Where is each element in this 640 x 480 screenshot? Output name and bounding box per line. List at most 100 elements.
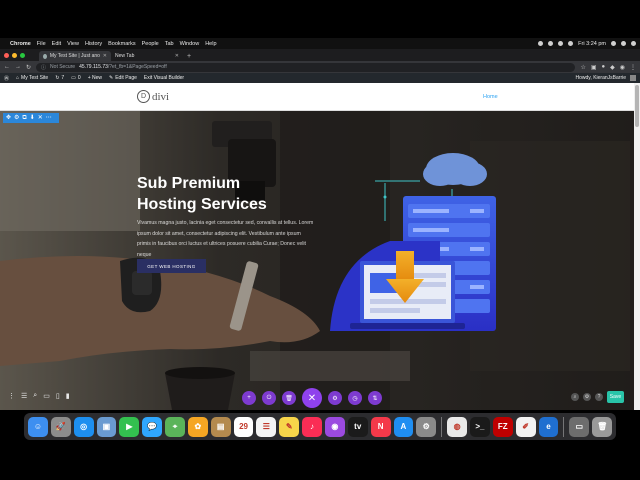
wp-updates-count[interactable]: 7 (61, 75, 64, 81)
get-web-hosting-button[interactable]: GET WEB HOSTING (137, 259, 206, 273)
record-icon[interactable] (538, 41, 544, 46)
wireframe-icon[interactable]: ☰ (21, 392, 27, 400)
menu-app-name[interactable]: Chrome (10, 41, 31, 47)
trash-icon[interactable]: 🗑 (592, 416, 613, 437)
wifi-icon[interactable] (558, 41, 564, 46)
phone-view-icon[interactable]: ▮ (66, 392, 70, 400)
menu-view[interactable]: View (67, 41, 79, 47)
system-preferences-icon[interactable]: ⚙ (416, 416, 437, 437)
zoom-window-icon[interactable] (20, 52, 25, 58)
photos-icon[interactable]: ✿ (187, 416, 208, 437)
settings-icon[interactable]: ⚙ (583, 393, 591, 401)
battery-icon[interactable] (568, 41, 574, 46)
wp-site-name[interactable]: My Test Site (21, 75, 48, 81)
sort-button[interactable]: ⇅ (368, 391, 382, 405)
menu-file[interactable]: File (37, 41, 46, 47)
extension-icon[interactable]: ▣ (591, 64, 597, 71)
zoom-icon[interactable]: ⌕ (33, 392, 37, 400)
close-tab-icon[interactable]: ✕ (175, 53, 179, 59)
delete-icon[interactable]: ✕ (38, 115, 43, 121)
spotlight-icon[interactable] (611, 41, 616, 46)
move-icon[interactable]: ✥ (6, 115, 11, 121)
clock[interactable]: Fri 3:24 pm (578, 41, 606, 47)
builder-menu-icon[interactable]: ⋮ (8, 392, 15, 400)
duplicate-icon[interactable]: ⧉ (22, 115, 26, 121)
tablet-view-icon[interactable]: ▯ (56, 392, 60, 400)
messages-icon[interactable]: 💬 (142, 416, 163, 437)
news-icon[interactable]: N (370, 416, 391, 437)
calendar-icon[interactable]: 29 (233, 416, 254, 437)
wp-edit-icon[interactable]: ✎ (109, 75, 113, 81)
not-secure-icon[interactable]: ⓘ (41, 64, 46, 71)
dropbox-icon[interactable] (548, 41, 554, 46)
menu-bookmarks[interactable]: Bookmarks (108, 41, 136, 47)
wp-new-button[interactable]: + New (88, 75, 102, 81)
menu-people[interactable]: People (142, 41, 159, 47)
wp-howdy[interactable]: Howdy, KieranJsBarrie (576, 75, 626, 81)
nav-link-home[interactable]: Home (483, 94, 498, 100)
maps-icon[interactable]: ⌖ (165, 416, 185, 437)
extension-icon[interactable]: ◆ (610, 64, 615, 71)
wp-comments-icon[interactable]: ▭ (71, 75, 76, 81)
folder-icon[interactable]: ▭ (569, 416, 590, 437)
site-logo[interactable]: D divi (137, 90, 169, 103)
forward-icon[interactable]: → (15, 64, 21, 70)
tab-my-test-site[interactable]: My Test Site | Just another W ✕ (39, 51, 111, 61)
menu-help[interactable]: Help (205, 41, 216, 47)
notification-center-icon[interactable] (631, 41, 636, 46)
hero-section[interactable]: Sub Premium Hosting Services Vivamus mag… (0, 111, 634, 410)
facetime-icon[interactable]: ▶ (119, 416, 140, 437)
minimize-window-icon[interactable] (12, 52, 17, 58)
portability-button[interactable]: ⏻ (262, 391, 276, 405)
history-button[interactable]: ◷ (348, 391, 362, 405)
save-to-library-icon[interactable]: ⬇ (30, 115, 35, 121)
reload-icon[interactable]: ↻ (26, 64, 31, 71)
more-icon[interactable]: ⋯ (46, 115, 52, 121)
profile-icon[interactable]: ◉ (620, 64, 625, 71)
bookmark-star-icon[interactable]: ☆ (580, 64, 585, 71)
clear-layout-button[interactable]: 🗑 (282, 391, 296, 405)
wp-comments-count[interactable]: 0 (78, 75, 81, 81)
close-window-icon[interactable] (4, 52, 9, 58)
help-icon[interactable]: ? (595, 393, 603, 401)
scrollbar-thumb[interactable] (635, 85, 639, 127)
finder-icon[interactable]: ☺ (28, 416, 48, 437)
wp-edit-page[interactable]: Edit Page (115, 75, 137, 81)
close-tab-icon[interactable]: ✕ (103, 53, 107, 59)
menu-tab[interactable]: Tab (165, 41, 174, 47)
close-settings-button[interactable]: ✕ (302, 388, 322, 408)
save-button[interactable]: Save (607, 391, 624, 403)
textedit-icon[interactable]: ✐ (515, 416, 536, 437)
photos-app-icon[interactable]: ▣ (96, 416, 117, 437)
wordpress-logo-icon[interactable]: Ⓦ (4, 75, 9, 82)
wp-site-home-icon[interactable]: ⌂ (16, 75, 19, 81)
launchpad-icon[interactable]: 🚀 (50, 416, 71, 437)
wp-updates-icon[interactable]: ↻ (55, 75, 59, 81)
page-scrollbar[interactable] (634, 83, 640, 410)
add-module-button[interactable]: + (242, 391, 256, 405)
address-bar[interactable]: ⓘ Not Secure 45.79.115.73 /?et_fb=1&Page… (36, 62, 576, 72)
safari-icon[interactable]: ◎ (73, 416, 94, 437)
filezilla-icon[interactable]: FZ (492, 416, 513, 437)
menu-edit[interactable]: Edit (52, 41, 61, 47)
extension-icon[interactable]: ● (602, 64, 606, 70)
new-tab-icon[interactable]: + (187, 51, 191, 61)
notes-icon[interactable]: ✎ (279, 416, 300, 437)
edge-icon[interactable]: e (538, 416, 559, 437)
desktop-view-icon[interactable]: ▭ (43, 392, 50, 400)
tab-new-tab[interactable]: New Tab ✕ (111, 51, 183, 61)
podcasts-icon[interactable]: ◉ (324, 416, 345, 437)
menu-history[interactable]: History (85, 41, 102, 47)
reminders-icon[interactable]: ☰ (256, 416, 277, 437)
app-store-icon[interactable]: A (393, 416, 414, 437)
chrome-icon[interactable]: ◍ (447, 416, 468, 437)
back-icon[interactable]: ← (4, 64, 10, 70)
music-icon[interactable]: ♪ (302, 416, 322, 437)
chrome-menu-icon[interactable]: ⋮ (630, 64, 636, 71)
tv-icon[interactable]: tv (347, 416, 368, 437)
avatar[interactable] (630, 75, 636, 81)
siri-icon[interactable] (621, 41, 626, 46)
wp-exit-visual-builder[interactable]: Exit Visual Builder (144, 75, 184, 81)
terminal-icon[interactable]: >_ (470, 416, 490, 437)
menu-window[interactable]: Window (180, 41, 200, 47)
